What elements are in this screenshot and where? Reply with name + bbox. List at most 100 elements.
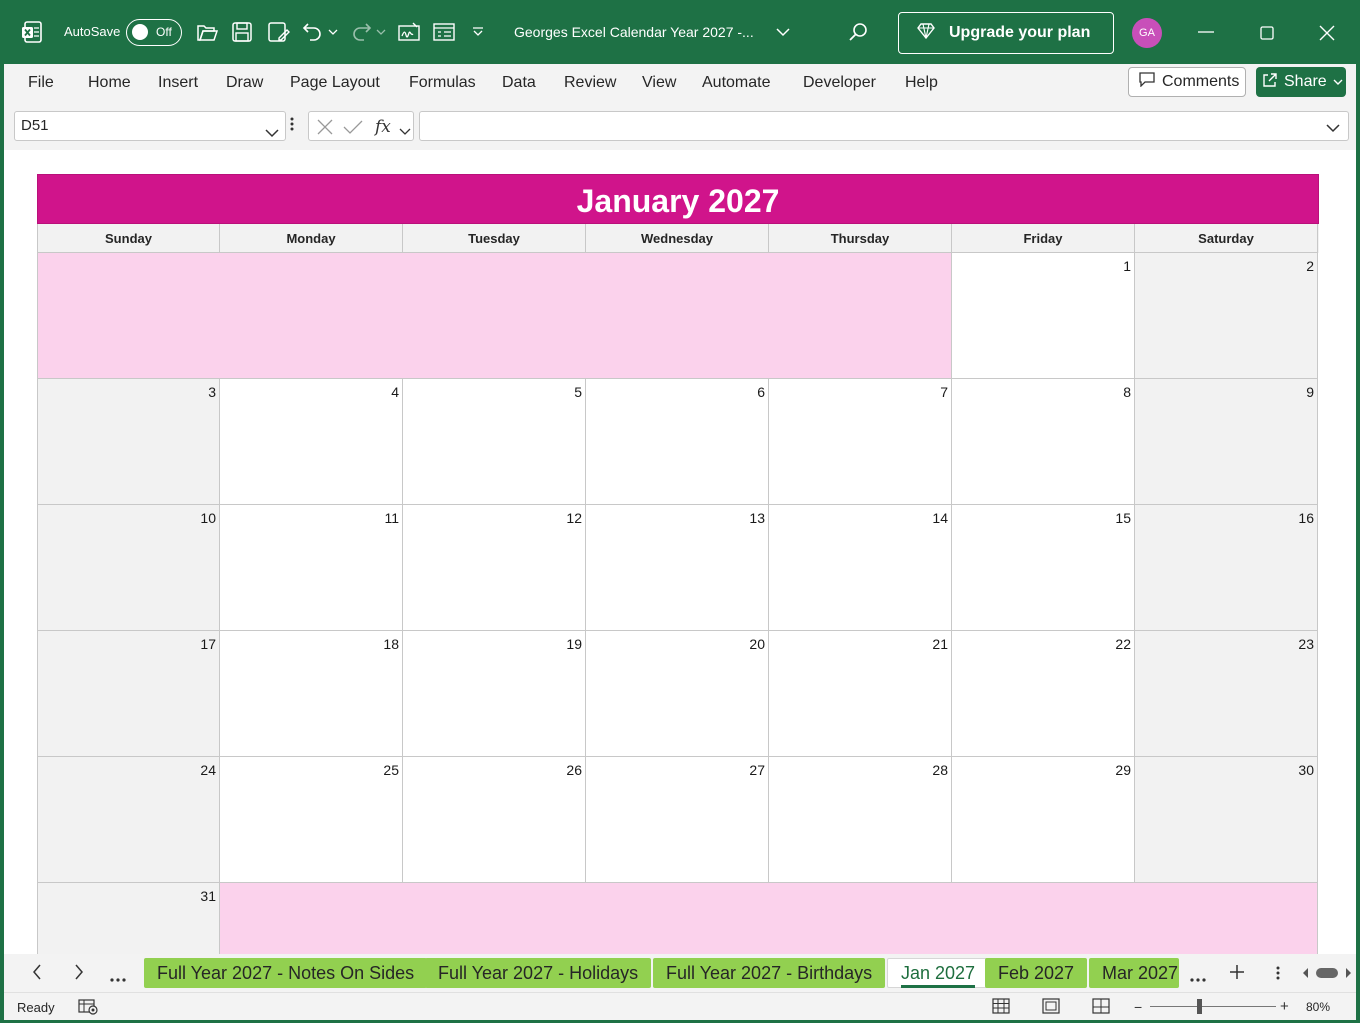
worksheet[interactable]: January 2027 Sunday Monday Tuesday Wedne… <box>4 150 1356 954</box>
open-folder-icon[interactable] <box>196 22 218 42</box>
day-cell[interactable]: 15 <box>952 505 1135 631</box>
day-name[interactable]: Wednesday <box>586 224 769 253</box>
blank-day-cell[interactable] <box>769 253 952 379</box>
day-cell[interactable]: 8 <box>952 379 1135 505</box>
day-cell[interactable]: 20 <box>586 631 769 757</box>
sheet-tab[interactable]: Full Year 2027 - Notes On Sides <box>144 958 428 988</box>
tab-formulas[interactable]: Formulas <box>409 74 476 92</box>
tab-data[interactable]: Data <box>502 74 536 92</box>
save-as-icon[interactable] <box>268 22 290 42</box>
day-cell[interactable]: 24 <box>37 757 220 883</box>
close-icon[interactable] <box>1319 25 1335 41</box>
chevron-left-icon[interactable] <box>32 964 42 985</box>
blank-day-cell[interactable] <box>220 253 403 379</box>
name-box[interactable]: D51 <box>14 111 286 141</box>
calendar-title[interactable]: January 2027 <box>37 174 1319 224</box>
signature-icon[interactable] <box>398 22 420 42</box>
day-cell[interactable]: 1 <box>952 253 1135 379</box>
minimize-icon[interactable] <box>1198 31 1214 33</box>
day-name[interactable]: Tuesday <box>403 224 586 253</box>
insert-function-icon[interactable]: fx <box>375 117 391 137</box>
blank-day-cell[interactable] <box>403 883 586 954</box>
blank-day-cell[interactable] <box>586 883 769 954</box>
tab-view[interactable]: View <box>642 74 676 92</box>
day-cell[interactable]: 18 <box>220 631 403 757</box>
blank-day-cell[interactable] <box>37 253 220 379</box>
formula-input[interactable] <box>419 111 1349 141</box>
day-cell[interactable]: 26 <box>403 757 586 883</box>
customize-toolbar-icon[interactable] <box>472 27 484 37</box>
autosave-toggle[interactable]: Off <box>126 19 182 46</box>
blank-day-cell[interactable] <box>403 253 586 379</box>
document-title[interactable]: Georges Excel Calendar Year 2027 -... <box>514 24 754 40</box>
save-icon[interactable] <box>232 22 252 42</box>
function-chevron-icon[interactable] <box>399 123 411 141</box>
more-sheets-icon[interactable] <box>110 969 126 987</box>
tab-home[interactable]: Home <box>88 74 131 92</box>
day-cell[interactable]: 30 <box>1135 757 1318 883</box>
upgrade-plan-button[interactable]: Upgrade your plan <box>898 12 1114 54</box>
day-cell[interactable]: 7 <box>769 379 952 505</box>
chevron-right-icon[interactable] <box>74 964 84 985</box>
user-avatar[interactable]: GA <box>1132 18 1162 48</box>
tab-review[interactable]: Review <box>564 74 616 92</box>
share-button[interactable]: Share <box>1256 67 1346 97</box>
zoom-out-icon[interactable]: − <box>1134 999 1142 1015</box>
day-cell[interactable]: 2 <box>1135 253 1318 379</box>
undo-dropdown-icon[interactable] <box>328 28 338 36</box>
day-name[interactable]: Saturday <box>1135 224 1318 253</box>
tab-insert[interactable]: Insert <box>158 74 198 92</box>
day-cell[interactable]: 19 <box>403 631 586 757</box>
tab-automate[interactable]: Automate <box>702 74 770 92</box>
day-name[interactable]: Thursday <box>769 224 952 253</box>
zoom-slider[interactable] <box>1150 1006 1276 1007</box>
day-cell[interactable]: 11 <box>220 505 403 631</box>
day-cell[interactable]: 25 <box>220 757 403 883</box>
maximize-icon[interactable] <box>1260 26 1274 40</box>
day-cell[interactable]: 21 <box>769 631 952 757</box>
tab-help[interactable]: Help <box>905 74 938 92</box>
day-cell[interactable]: 14 <box>769 505 952 631</box>
horizontal-scrollbar[interactable] <box>1302 966 1352 985</box>
comments-button[interactable]: Comments <box>1128 67 1246 97</box>
more-options-icon[interactable] <box>290 116 294 137</box>
accessibility-icon[interactable] <box>78 999 98 1020</box>
blank-day-cell[interactable] <box>952 883 1135 954</box>
undo-icon[interactable] <box>302 21 324 43</box>
sheet-tab[interactable]: Full Year 2027 - Birthdays <box>653 958 886 988</box>
day-name[interactable]: Sunday <box>37 224 220 253</box>
blank-day-cell[interactable] <box>1135 883 1318 954</box>
page-break-view-icon[interactable] <box>1092 998 1110 1019</box>
page-layout-view-icon[interactable] <box>1042 998 1060 1019</box>
tab-file[interactable]: File <box>28 74 54 92</box>
day-cell[interactable]: 12 <box>403 505 586 631</box>
cancel-icon[interactable] <box>317 119 333 140</box>
day-cell[interactable]: 31 <box>37 883 220 954</box>
zoom-in-icon[interactable]: + <box>1280 998 1289 1015</box>
day-name[interactable]: Friday <box>952 224 1135 253</box>
blank-day-cell[interactable] <box>769 883 952 954</box>
day-cell[interactable]: 6 <box>586 379 769 505</box>
day-cell[interactable]: 22 <box>952 631 1135 757</box>
tab-options-icon[interactable] <box>1276 965 1280 986</box>
redo-icon[interactable] <box>350 21 372 43</box>
sheet-tab-active[interactable]: Jan 2027 <box>887 958 990 988</box>
zoom-slider-thumb[interactable] <box>1197 999 1202 1014</box>
chevron-down-icon[interactable] <box>265 120 279 148</box>
tab-page-layout[interactable]: Page Layout <box>290 74 380 92</box>
day-cell[interactable]: 5 <box>403 379 586 505</box>
day-cell[interactable]: 27 <box>586 757 769 883</box>
sheet-tab[interactable]: Mar 2027 <box>1089 958 1179 988</box>
day-cell[interactable]: 28 <box>769 757 952 883</box>
blank-day-cell[interactable] <box>220 883 403 954</box>
zoom-level[interactable]: 80% <box>1306 1000 1330 1014</box>
more-tabs-icon[interactable] <box>1190 969 1206 987</box>
day-name[interactable]: Monday <box>220 224 403 253</box>
day-cell[interactable]: 9 <box>1135 379 1318 505</box>
sheet-tab[interactable]: Full Year 2027 - Holidays <box>425 958 652 988</box>
title-dropdown-icon[interactable] <box>776 28 790 37</box>
day-cell[interactable]: 13 <box>586 505 769 631</box>
tab-draw[interactable]: Draw <box>226 74 263 92</box>
expand-formula-icon[interactable] <box>1326 120 1340 138</box>
blank-day-cell[interactable] <box>586 253 769 379</box>
